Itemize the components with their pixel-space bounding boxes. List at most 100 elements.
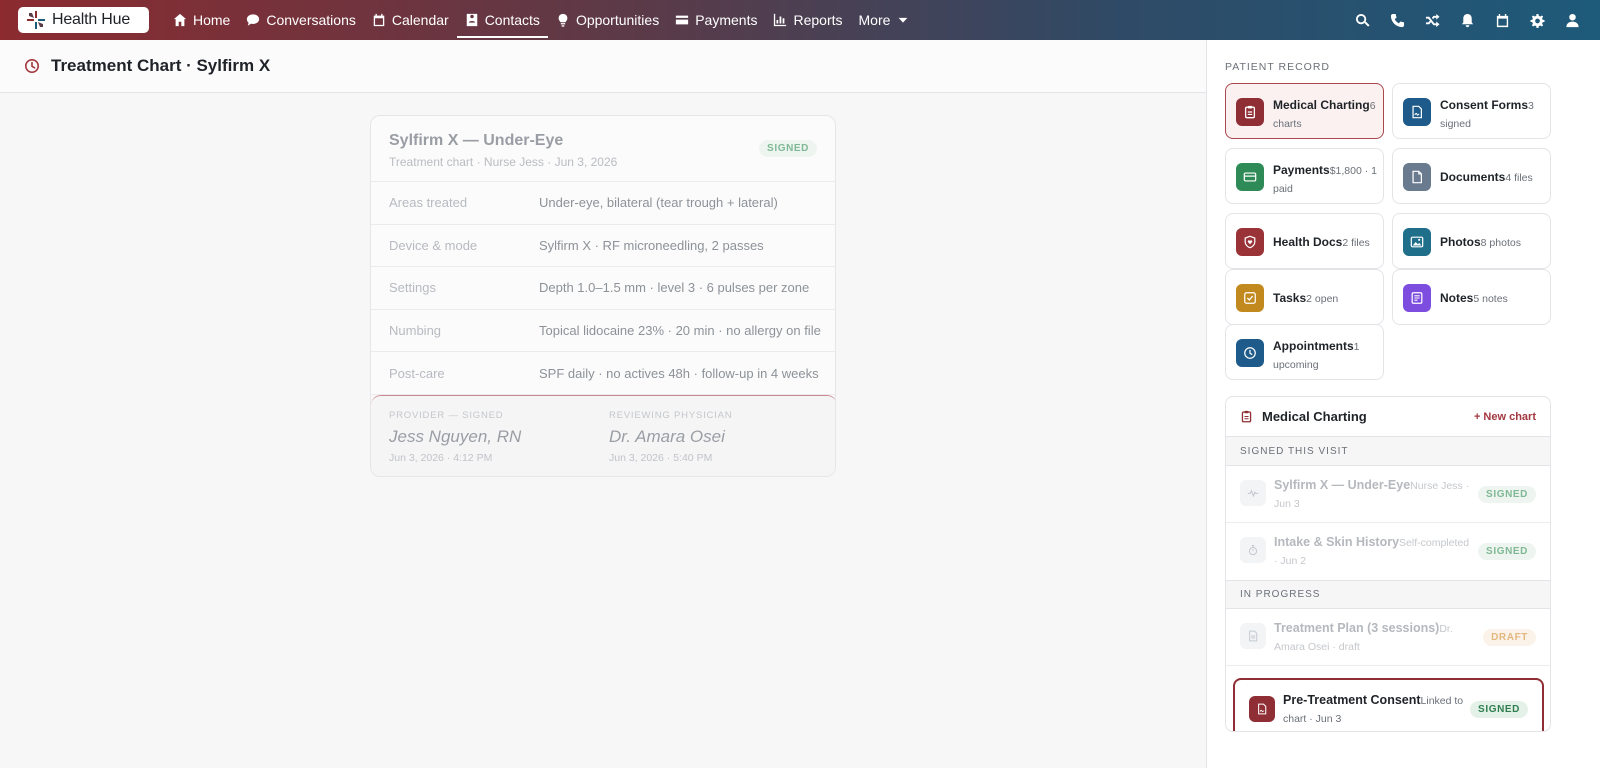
nav-contacts[interactable]: Contacts <box>456 0 549 40</box>
tile-name: Notes <box>1440 291 1474 305</box>
file-signature-icon <box>1403 98 1431 126</box>
signature-name: Jess Nguyen, RN <box>389 427 522 446</box>
tile-meta: 2 open <box>1306 293 1339 305</box>
settings-button[interactable] <box>1529 12 1545 28</box>
stopwatch-icon <box>1240 537 1266 563</box>
phone-button[interactable] <box>1389 12 1405 28</box>
logo-mark-icon <box>27 11 45 29</box>
signature-date: Jun 3, 2026 · 5:40 PM <box>609 452 713 464</box>
shuffle-icon <box>1425 13 1440 27</box>
nav-opportunities[interactable]: Opportunities <box>548 0 667 40</box>
row-label: Settings <box>389 280 436 296</box>
nav-more[interactable]: More <box>851 0 919 40</box>
tile-name: Documents <box>1440 170 1506 184</box>
tile-name: Medical Charting <box>1273 98 1370 112</box>
chart-row-numbing: Numbing Topical lidocaine 23% · 20 min ·… <box>371 310 835 353</box>
row-label: Post-care <box>389 365 445 381</box>
new-chart-button[interactable]: + New chart <box>1474 411 1536 423</box>
note-icon <box>1403 284 1431 312</box>
tile-documents[interactable]: Documents4 files <box>1392 148 1551 204</box>
header-actions <box>1354 0 1580 40</box>
chart-subtitle: Treatment chart · Nurse Jess · Jun 3, 20… <box>389 155 618 169</box>
chart-list-item[interactable]: Treatment Plan (3 sessions)Dr. Amara Ose… <box>1226 609 1550 666</box>
chart-row-settings: Settings Depth 1.0–1.5 mm · level 3 · 6 … <box>371 267 835 310</box>
tile-notes[interactable]: Notes5 notes <box>1392 269 1551 325</box>
signature-caption: PROVIDER — SIGNED <box>389 410 504 421</box>
tile-name: Appointments <box>1273 339 1354 353</box>
tile-payments[interactable]: Payments$1,800 · 1 paid <box>1225 148 1384 204</box>
chart-list-item[interactable]: Sylfirm X — Under-EyeNurse Jess · Jun 3 … <box>1226 466 1550 523</box>
calendar-icon <box>1496 13 1508 27</box>
chart-title: Sylfirm X — Under-Eye <box>389 132 564 149</box>
tile-medical-charting[interactable]: Medical Charting6 charts <box>1225 83 1384 139</box>
clipboard-icon <box>1236 98 1264 126</box>
app-logo[interactable]: Health Hue <box>18 7 149 33</box>
row-label: Device & mode <box>389 237 478 253</box>
lightbulb-icon <box>558 13 568 27</box>
notifications-button[interactable] <box>1459 12 1475 28</box>
app-name: Health Hue <box>52 11 131 28</box>
section-signed: SIGNED THIS VISIT <box>1226 437 1550 466</box>
tile-meta: 2 files <box>1342 237 1370 249</box>
signature-caption: REVIEWING PHYSICIAN <box>609 410 733 421</box>
nav-reports[interactable]: Reports <box>765 0 850 40</box>
tile-meta: 8 photos <box>1480 237 1521 249</box>
history-icon <box>25 59 39 73</box>
nav-payments[interactable]: Payments <box>667 0 765 40</box>
gear-icon <box>1529 13 1545 28</box>
nav-payments-label: Payments <box>695 12 758 28</box>
calendar-button[interactable] <box>1494 12 1510 28</box>
tile-photos[interactable]: Photos8 photos <box>1392 213 1551 269</box>
credit-card-icon <box>676 15 689 25</box>
main-nav: Home Conversations Calendar Contacts Opp… <box>165 0 918 40</box>
clock-icon <box>1236 339 1264 367</box>
nav-home[interactable]: Home <box>165 0 238 40</box>
chart-list-item-selected[interactable]: Pre-Treatment ConsentLinked to chart · J… <box>1233 678 1544 731</box>
nav-conversations[interactable]: Conversations <box>238 0 364 40</box>
tile-tasks[interactable]: Tasks2 open <box>1225 269 1384 325</box>
row-label: Numbing <box>389 323 442 339</box>
checkbox-icon <box>1236 284 1264 312</box>
nav-more-label: More <box>858 12 891 28</box>
panel-title: Medical Charting <box>1262 409 1367 424</box>
shuffle-button[interactable] <box>1424 12 1440 28</box>
row-value: Topical lidocaine 23% · 20 min · no alle… <box>539 323 821 339</box>
clipboard-icon <box>1241 410 1252 423</box>
image-icon <box>1403 228 1431 256</box>
phone-icon <box>1390 13 1404 27</box>
nav-calendar[interactable]: Calendar <box>364 0 457 40</box>
row-value: SPF daily · no actives 48h · follow-up i… <box>539 365 819 381</box>
calendar-icon <box>373 13 385 27</box>
user-menu-button[interactable] <box>1564 12 1580 28</box>
search-button[interactable] <box>1354 12 1370 28</box>
item-text: Treatment Plan (3 sessions)Dr. Amara Ose… <box>1274 619 1472 656</box>
tile-meta: 4 files <box>1505 172 1533 184</box>
status-badge: SIGNED <box>1478 486 1536 503</box>
item-name: Pre-Treatment Consent <box>1283 693 1421 707</box>
tile-text: Documents4 files <box>1440 168 1544 187</box>
tile-text: Health Docs2 files <box>1273 233 1377 252</box>
user-icon <box>1565 13 1579 27</box>
item-name: Sylfirm X — Under-Eye <box>1274 478 1411 492</box>
home-icon <box>173 13 187 27</box>
tile-text: Tasks2 open <box>1273 289 1377 308</box>
item-name: Treatment Plan (3 sessions) <box>1274 621 1440 635</box>
credit-card-icon <box>1236 163 1264 191</box>
tile-health-docs[interactable]: Health Docs2 files <box>1225 213 1384 269</box>
pulse-icon <box>1240 480 1266 506</box>
status-badge: SIGNED <box>1478 543 1536 560</box>
main-content: Treatment Chart · Sylfirm X Sylfirm X — … <box>0 40 1206 768</box>
tile-text: Consent Forms3 signed <box>1440 96 1544 133</box>
status-badge: DRAFT <box>1483 629 1536 646</box>
tile-consent-forms[interactable]: Consent Forms3 signed <box>1392 83 1551 139</box>
item-text: Intake & Skin HistorySelf-completed · Ju… <box>1274 533 1472 570</box>
chart-list-item[interactable]: Intake & Skin HistorySelf-completed · Ju… <box>1226 523 1550 580</box>
section-in-progress: IN PROGRESS <box>1226 580 1550 609</box>
tile-text: Payments$1,800 · 1 paid <box>1273 161 1377 198</box>
search-icon <box>1355 13 1370 27</box>
status-badge: SIGNED <box>1470 701 1528 718</box>
bar-chart-icon <box>774 13 787 27</box>
tile-appointments[interactable]: Appointments1 upcoming <box>1225 324 1384 380</box>
treatment-chart-card: Sylfirm X — Under-Eye Treatment chart · … <box>370 115 836 477</box>
top-navigation-bar: Health Hue Home Conversations Calendar C… <box>0 0 1600 40</box>
